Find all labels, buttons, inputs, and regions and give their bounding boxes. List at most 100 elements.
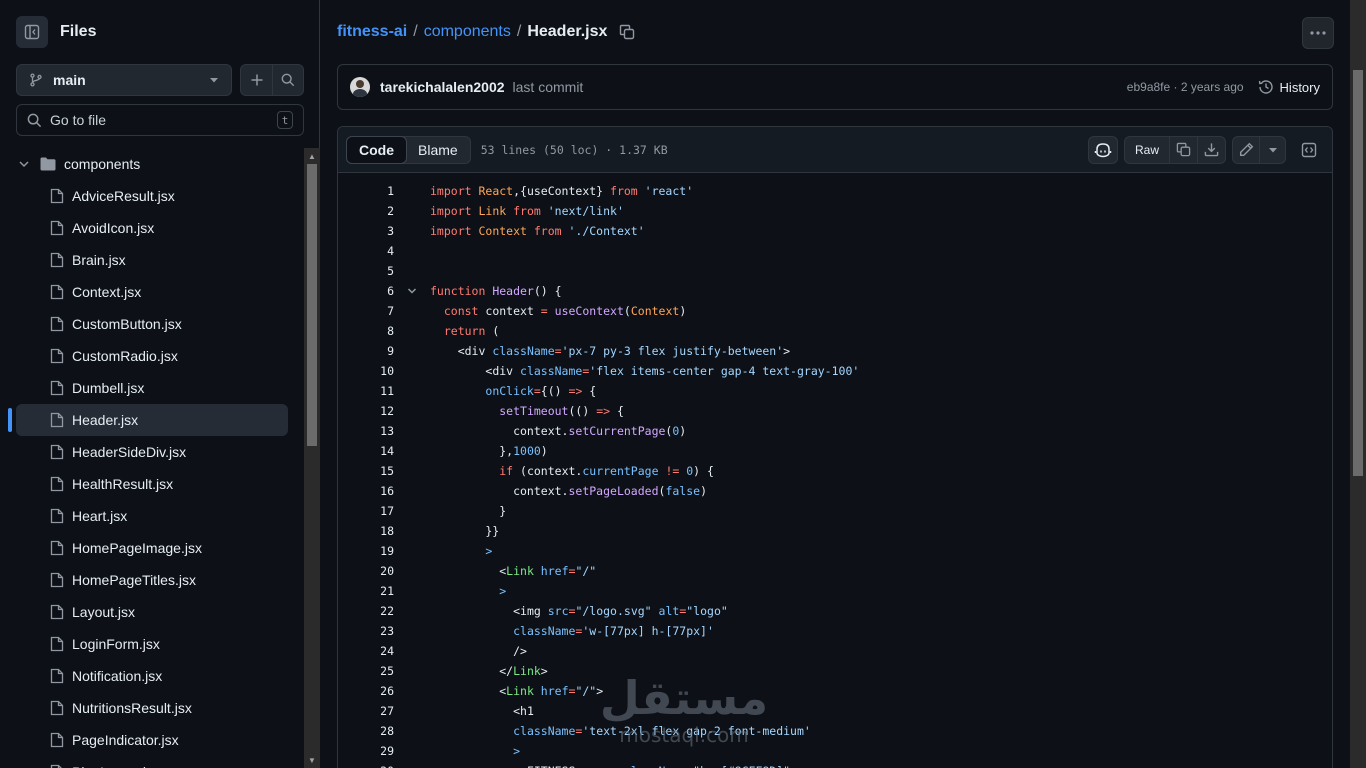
code-token: return — [443, 324, 493, 338]
line-number[interactable]: 5 — [338, 264, 394, 278]
scroll-up-arrow[interactable]: ▲ — [304, 148, 320, 164]
copy-raw-button[interactable] — [1170, 135, 1198, 164]
line-number[interactable]: 22 — [338, 604, 394, 618]
line-number[interactable]: 7 — [338, 304, 394, 318]
line-source: import React,{useContext} from 'react' — [430, 184, 693, 198]
line-number[interactable]: 1 — [338, 184, 394, 198]
tree-file-item[interactable]: PageIndicator.jsx — [0, 724, 304, 756]
line-number[interactable]: 21 — [338, 584, 394, 598]
tree-file-item[interactable]: Dumbell.jsx — [0, 372, 304, 404]
tree-file-item[interactable]: AdviceResult.jsx — [0, 180, 304, 212]
line-number[interactable]: 3 — [338, 224, 394, 238]
line-number[interactable]: 11 — [338, 384, 394, 398]
go-to-file-input[interactable] — [50, 112, 277, 128]
caret-down-icon — [210, 78, 218, 83]
page-scroll-thumb[interactable] — [1353, 70, 1363, 476]
scroll-down-arrow[interactable]: ▼ — [304, 752, 320, 768]
avatar[interactable] — [350, 77, 370, 97]
fold-gutter[interactable] — [394, 286, 430, 296]
line-number[interactable]: 24 — [338, 644, 394, 658]
tree-file-label: Dumbell.jsx — [72, 380, 145, 396]
tree-file-item[interactable]: Brain.jsx — [0, 244, 304, 276]
line-number[interactable]: 15 — [338, 464, 394, 478]
history-button[interactable]: History — [1258, 79, 1320, 95]
line-number[interactable]: 8 — [338, 324, 394, 338]
git-branch-icon — [30, 73, 42, 87]
tab-blame[interactable]: Blame — [406, 137, 470, 163]
tree-file-item[interactable]: Context.jsx — [0, 276, 304, 308]
line-number[interactable]: 6 — [338, 284, 394, 298]
line-number[interactable]: 9 — [338, 344, 394, 358]
code-token: ) { — [693, 464, 714, 478]
more-options-button[interactable] — [1302, 17, 1334, 49]
line-number[interactable]: 12 — [338, 404, 394, 418]
commit-sha-time[interactable]: eb9a8fe · 2 years ago — [1127, 80, 1244, 94]
branch-select-button[interactable]: main — [16, 64, 232, 96]
tree-folder-components[interactable]: components — [0, 148, 304, 180]
raw-button[interactable]: Raw — [1123, 135, 1170, 164]
tree-file-item[interactable]: LoginForm.jsx — [0, 628, 304, 660]
page-scrollbar[interactable] — [1350, 0, 1366, 768]
line-number[interactable]: 26 — [338, 684, 394, 698]
line-number[interactable]: 20 — [338, 564, 394, 578]
tree-file-item[interactable]: NutritionsResult.jsx — [0, 692, 304, 724]
tree-file-item[interactable]: HomePageTitles.jsx — [0, 564, 304, 596]
download-icon — [1204, 143, 1219, 157]
line-number[interactable]: 18 — [338, 524, 394, 538]
add-file-button[interactable] — [241, 65, 272, 95]
line-number[interactable]: 27 — [338, 704, 394, 718]
line-number[interactable]: 29 — [338, 744, 394, 758]
tree-file-item[interactable]: HeaderSideDiv.jsx — [0, 436, 304, 468]
line-number[interactable]: 30 — [338, 764, 394, 768]
edit-file-button[interactable] — [1232, 135, 1260, 164]
sidebar-scroll-thumb[interactable] — [307, 164, 317, 446]
line-number[interactable]: 13 — [338, 424, 394, 438]
line-number[interactable]: 17 — [338, 504, 394, 518]
code-line: 5 — [338, 261, 1332, 281]
line-number[interactable]: 25 — [338, 664, 394, 678]
tree-file-item[interactable]: PlanImage.jsx — [0, 756, 304, 768]
line-number[interactable]: 28 — [338, 724, 394, 738]
edit-dropdown-button[interactable] — [1260, 135, 1286, 164]
symbols-panel-button[interactable] — [1294, 136, 1324, 164]
line-number[interactable]: 4 — [338, 244, 394, 258]
copilot-button[interactable] — [1087, 135, 1118, 164]
breadcrumb-repo-link[interactable]: fitness-ai — [337, 23, 407, 41]
line-number[interactable]: 2 — [338, 204, 394, 218]
tree-file-item[interactable]: CustomButton.jsx — [0, 308, 304, 340]
line-number[interactable]: 23 — [338, 624, 394, 638]
code-token: => — [596, 404, 617, 418]
commit-author-link[interactable]: tarekichalalen2002 — [380, 79, 505, 95]
tree-file-item[interactable]: Heart.jsx — [0, 500, 304, 532]
line-number[interactable]: 19 — [338, 544, 394, 558]
tree-file-item[interactable]: AvoidIcon.jsx — [0, 212, 304, 244]
copy-icon — [620, 24, 635, 40]
plus-icon — [251, 74, 262, 86]
copy-path-button[interactable] — [619, 24, 635, 40]
breadcrumb-folder-link[interactable]: components — [424, 23, 511, 41]
tree-file-item[interactable]: HomePageImage.jsx — [0, 532, 304, 564]
code-token: }, — [430, 444, 514, 458]
code-token: 'react' — [644, 184, 694, 198]
sidebar-toggle-button[interactable] — [16, 16, 48, 48]
commit-message-link[interactable]: last commit — [513, 79, 584, 95]
line-number[interactable]: 14 — [338, 444, 394, 458]
code-line: 10 <div className='flex items-center gap… — [338, 361, 1332, 381]
tree-file-item[interactable]: Header.jsx — [8, 404, 288, 436]
raw-copy-download-group: Raw — [1123, 135, 1226, 164]
tab-code[interactable]: Code — [346, 135, 407, 164]
history-label: History — [1279, 79, 1320, 95]
code-token: context — [485, 304, 541, 318]
tree-file-item[interactable]: HealthResult.jsx — [0, 468, 304, 500]
line-number[interactable]: 16 — [338, 484, 394, 498]
tree-file-item[interactable]: Notification.jsx — [0, 660, 304, 692]
tree-file-item[interactable]: CustomRadio.jsx — [0, 340, 304, 372]
line-number[interactable]: 10 — [338, 364, 394, 378]
search-code-button[interactable] — [272, 65, 303, 95]
code-line: 2 import Link from 'next/link' — [338, 201, 1332, 221]
tree-file-label: HomePageImage.jsx — [72, 540, 202, 556]
tree-file-item[interactable]: Layout.jsx — [0, 596, 304, 628]
sidebar-scrollbar[interactable]: ▲ ▼ — [304, 148, 320, 768]
download-raw-button[interactable] — [1198, 135, 1226, 164]
